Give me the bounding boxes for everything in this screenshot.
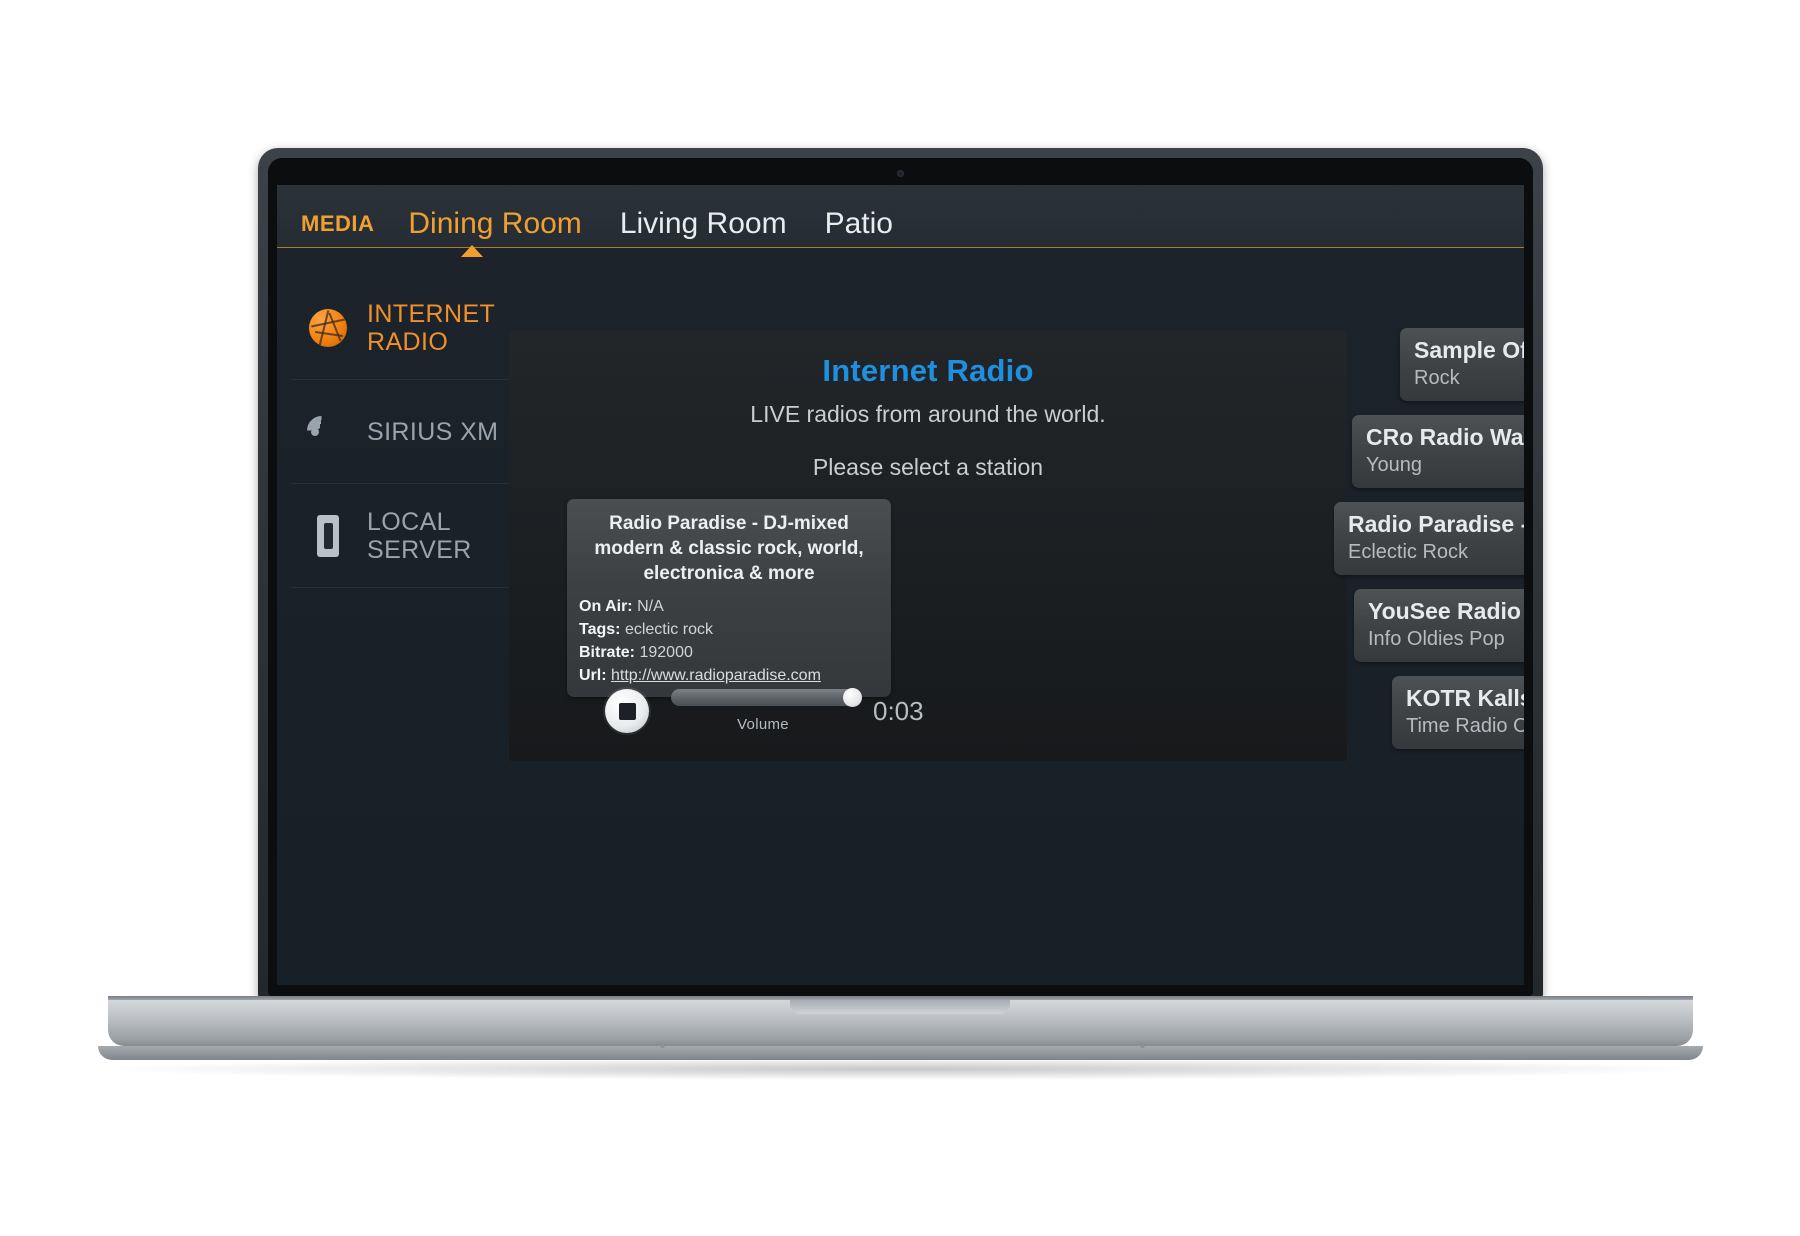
base-vent-left: [660, 1043, 665, 1048]
station-name: Sample Offline: [1414, 337, 1524, 363]
sidebar-item-local-server[interactable]: LOCAL SERVER: [291, 484, 509, 588]
tags-value: eclectic rock: [624, 621, 713, 638]
sidebar-label-sirius-xm: SIRIUS XM: [367, 417, 499, 446]
station-name: CRo Radio Wave: [1366, 424, 1524, 450]
volume-slider[interactable]: Volume: [671, 688, 862, 733]
station-name: Radio Paradise - D...: [1348, 511, 1524, 537]
player-controls: Volume 0:03: [605, 688, 924, 733]
station-url-link[interactable]: http://www.radioparadise.com: [611, 667, 821, 684]
list-item[interactable]: Sample Offline Rock: [1400, 328, 1524, 401]
page-title: Internet Radio: [822, 353, 1034, 388]
url-label: Url:: [579, 667, 607, 684]
volume-knob[interactable]: [843, 688, 862, 707]
volume-label: Volume: [737, 716, 789, 733]
tab-dining-room[interactable]: Dining Room: [408, 207, 581, 241]
globe-icon: [305, 305, 351, 351]
now-playing-title: Radio Paradise - DJ-mixed modern & class…: [594, 513, 864, 584]
laptop-screen: MEDIA Dining Room Living Room Patio INTE…: [277, 185, 1524, 985]
sidebar-label-radio: RADIO: [367, 327, 449, 356]
stop-icon[interactable]: [605, 689, 649, 733]
sidebar-label-internet: INTERNET: [367, 299, 496, 328]
on-air-label: On Air:: [579, 598, 633, 615]
list-item[interactable]: YouSee Radio Fro... Info Oldies Pop: [1354, 589, 1524, 662]
page-subtitle: LIVE radios from around the world.: [750, 401, 1106, 427]
station-genre: Young: [1366, 454, 1422, 476]
station-genre: Time Radio Old: [1406, 715, 1524, 737]
app-brand-label: MEDIA: [301, 211, 375, 236]
list-item[interactable]: CRo Radio Wave Young: [1352, 415, 1524, 488]
station-genre: Info Oldies Pop: [1368, 628, 1505, 650]
on-air-row: On Air: N/A: [579, 598, 879, 616]
url-row: Url: http://www.radioparadise.com: [579, 667, 879, 685]
bitrate-row: Bitrate: 192000: [579, 644, 879, 662]
screenshot-root: MEDIA Dining Room Living Room Patio INTE…: [0, 0, 1800, 1236]
list-item[interactable]: KOTR Kallsign S Time Radio Old: [1392, 676, 1524, 749]
sidebar-label-server: SERVER: [367, 535, 472, 564]
broadcast-waves-icon: [300, 409, 351, 455]
tags-row: Tags: eclectic rock: [579, 621, 879, 639]
now-playing-card: Radio Paradise - DJ-mixed modern & class…: [567, 499, 891, 697]
top-navigation-bar: MEDIA Dining Room Living Room Patio: [277, 185, 1524, 257]
station-genre: Eclectic Rock: [1348, 541, 1469, 563]
base-vent-right: [1140, 1043, 1145, 1048]
app-body: INTERNET RADIO SIRIUS XM LOCAL SERVER In…: [277, 248, 1524, 985]
sidebar-item-sirius-xm[interactable]: SIRIUS XM: [291, 380, 509, 484]
webcam-icon: [897, 170, 904, 177]
elapsed-time: 0:03: [873, 695, 924, 726]
station-list: Sample Offline Rock CRo Radio Wave Young…: [1334, 328, 1524, 763]
laptop-base-notch: [790, 1000, 1010, 1014]
tab-living-room[interactable]: Living Room: [620, 207, 787, 241]
sidebar-item-internet-radio[interactable]: INTERNET RADIO: [291, 276, 509, 380]
internet-radio-panel: Internet Radio LIVE radios from around t…: [509, 331, 1347, 761]
tags-label: Tags:: [579, 621, 621, 638]
station-genre: Rock: [1414, 367, 1460, 389]
station-name: KOTR Kallsign S: [1406, 685, 1524, 711]
volume-track[interactable]: [671, 689, 855, 706]
bitrate-label: Bitrate:: [579, 644, 636, 661]
list-item[interactable]: Radio Paradise - D... Eclectic Rock: [1334, 502, 1524, 575]
station-name: YouSee Radio Fro...: [1368, 598, 1524, 624]
laptop-shadow: [110, 1058, 1690, 1080]
on-air-value: N/A: [637, 598, 664, 615]
tab-patio[interactable]: Patio: [825, 207, 893, 241]
server-icon: [305, 513, 351, 559]
select-station-hint: Please select a station: [812, 454, 1044, 480]
sidebar-label-local: LOCAL: [367, 507, 451, 536]
media-app: MEDIA Dining Room Living Room Patio INTE…: [277, 185, 1524, 985]
source-sidebar: INTERNET RADIO SIRIUS XM LOCAL SERVER: [291, 276, 509, 588]
bitrate-value: 192000: [639, 644, 693, 661]
